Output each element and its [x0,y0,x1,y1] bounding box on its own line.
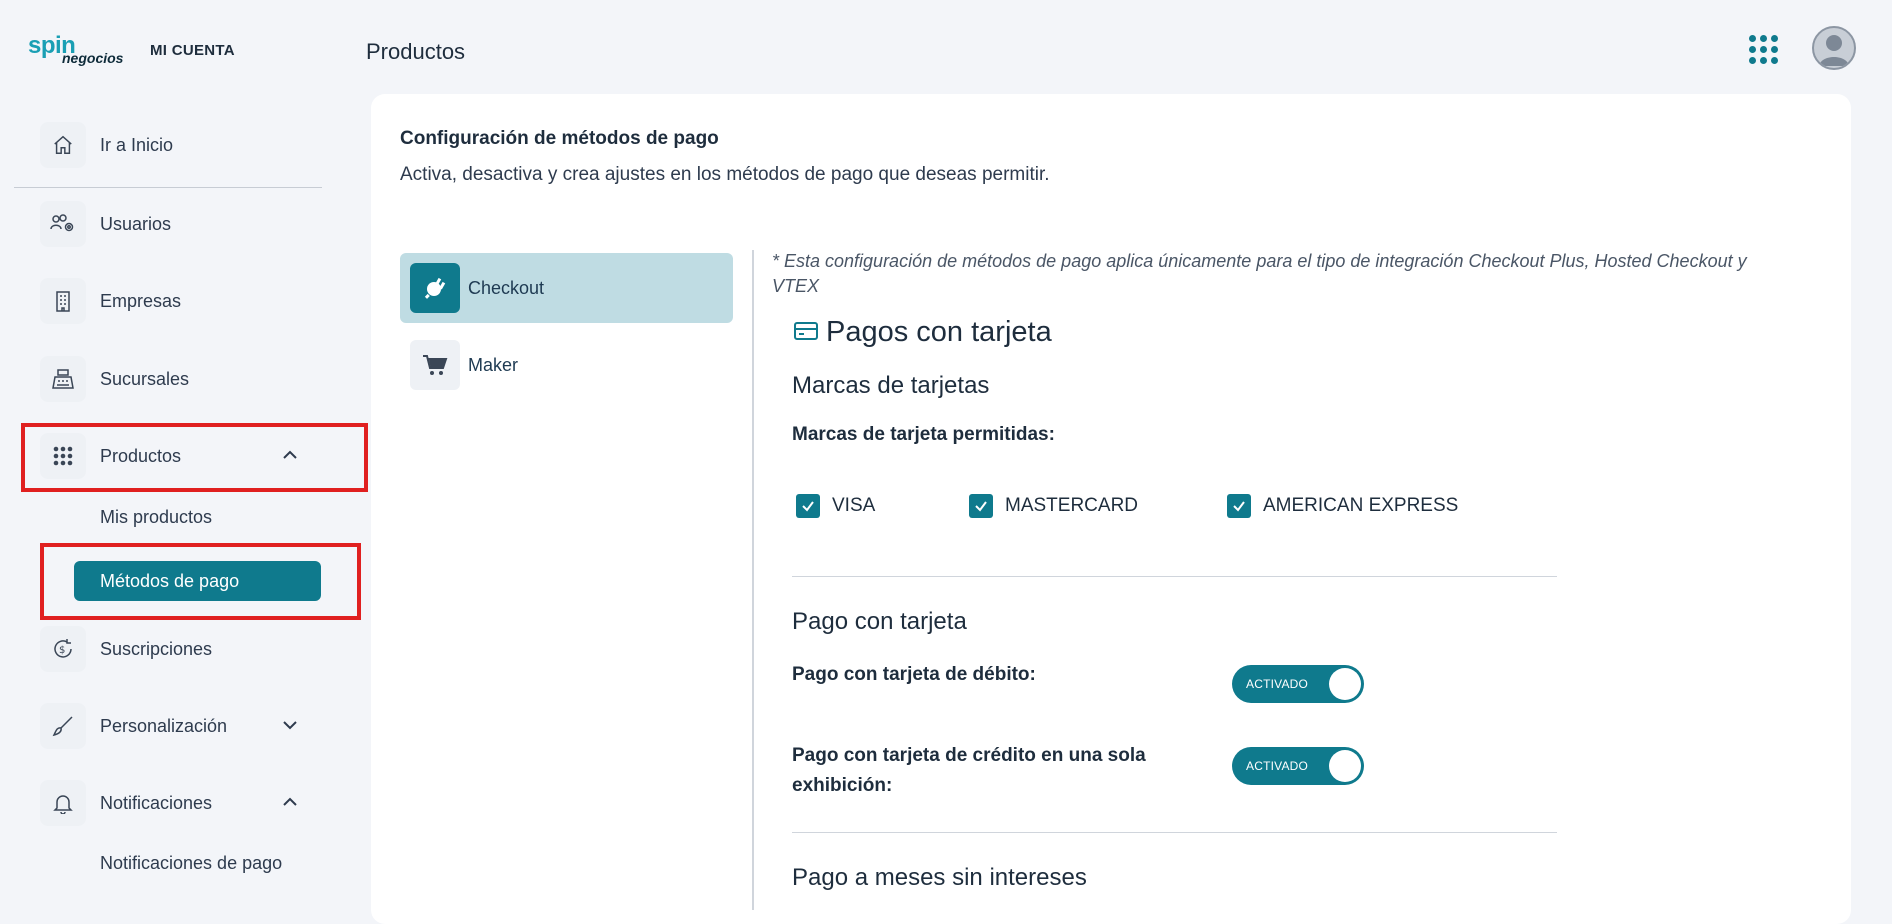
section-divider [792,576,1557,577]
checkbox-label: AMERICAN EXPRESS [1263,495,1459,516]
debit-label: Pago con tarjeta de débito: [792,664,1036,685]
debit-toggle[interactable]: ACTIVADO [1232,665,1364,703]
checkmark-icon [969,494,993,518]
sidebar-item-sucursales[interactable]: Sucursales [40,354,340,404]
sidebar-item-label: Notificaciones [100,792,213,813]
tab-maker[interactable]: Maker [400,330,733,400]
cash-register-icon [40,356,86,402]
sidebar-item-inicio[interactable]: Ir a Inicio [40,120,340,170]
content-divider [752,250,754,910]
brands-label: Marcas de tarjeta permitidas: [792,424,1055,445]
chevron-up-icon[interactable] [278,790,302,814]
credit-toggle[interactable]: ACTIVADO [1232,747,1364,785]
toggle-text: ACTIVADO [1246,759,1309,773]
credit-label: Pago con tarjeta de crédito en una sola … [792,745,1146,796]
toggle-text: ACTIVADO [1246,677,1309,691]
chevron-down-icon[interactable] [278,713,302,737]
sidebar-item-label: Ir a Inicio [100,134,174,155]
sidebar-item-productos[interactable]: Productos [40,431,340,481]
bell-icon [40,780,86,826]
tab-checkout[interactable]: Checkout [400,253,733,323]
spin-negocios-logo[interactable]: spin negocios [28,32,136,66]
toggle-knob [1329,750,1361,782]
sidebar-item-label: Usuarios [100,213,172,234]
cards-section-title: Pagos con tarjeta [826,316,1052,348]
msi-title: Pago a meses sin intereses [792,864,1087,891]
home-icon [40,122,86,168]
sidebar-sub-metodos-de-pago[interactable]: Métodos de pago [74,561,321,601]
checkmark-icon [1227,494,1251,518]
chevron-up-icon[interactable] [278,443,302,467]
sidebar-item-label: Suscripciones [100,638,213,659]
sidebar-item-notificaciones[interactable]: Notificaciones [40,778,340,828]
mastercard-checkbox[interactable]: MASTERCARD [969,492,1138,520]
tab-label: Checkout [468,277,545,298]
sidebar-item-personalizacion[interactable]: Personalización [40,701,340,751]
checkout-plug-icon [410,263,460,313]
user-avatar[interactable] [1812,26,1856,70]
building-icon [40,278,86,324]
brush-icon [40,703,86,749]
grid-icon [40,433,86,479]
users-gear-icon [40,201,86,247]
apps-grid-icon[interactable] [1748,34,1778,64]
brands-title: Marcas de tarjetas [792,372,990,399]
svg-text:$: $ [59,645,65,656]
account-label[interactable]: MI CUENTA [150,42,235,59]
payment-card-title: Pago con tarjeta [792,608,967,635]
visa-checkbox[interactable]: VISA [796,492,875,520]
sidebar-item-label: Sucursales [100,368,190,389]
sidebar-item-usuarios[interactable]: Usuarios [40,199,340,249]
credit-card-icon [794,322,818,340]
dollar-cycle-icon: $ [40,626,86,672]
checkmark-icon [796,494,820,518]
sidebar-item-label: Empresas [100,290,182,311]
sidebar-divider [14,187,322,188]
section-divider [792,832,1557,833]
sidebar-item-empresas[interactable]: Empresas [40,276,340,326]
user-silhouette-icon [1819,35,1849,66]
sidebar-item-label: Personalización [100,715,228,736]
config-title: Configuración de métodos de pago [400,128,719,149]
integration-note: * Esta configuración de métodos de pago … [772,251,1747,296]
checkbox-label: MASTERCARD [1005,495,1139,516]
amex-checkbox[interactable]: AMERICAN EXPRESS [1227,492,1458,520]
sidebar-item-suscripciones[interactable]: $ Suscripciones [40,624,340,674]
logo-sub-text: negocios [62,50,124,66]
config-description: Activa, desactiva y crea ajustes en los … [400,164,1050,185]
sidebar-sub-notificaciones-de-pago[interactable]: Notificaciones de pago [100,853,282,874]
checkbox-label: VISA [832,495,876,516]
tab-label: Maker [468,354,519,375]
sidebar-sub-mis-productos[interactable]: Mis productos [100,507,212,528]
page-title: Productos [366,39,466,64]
cart-icon [410,340,460,390]
sidebar-item-label: Productos [100,445,182,466]
toggle-knob [1329,668,1361,700]
